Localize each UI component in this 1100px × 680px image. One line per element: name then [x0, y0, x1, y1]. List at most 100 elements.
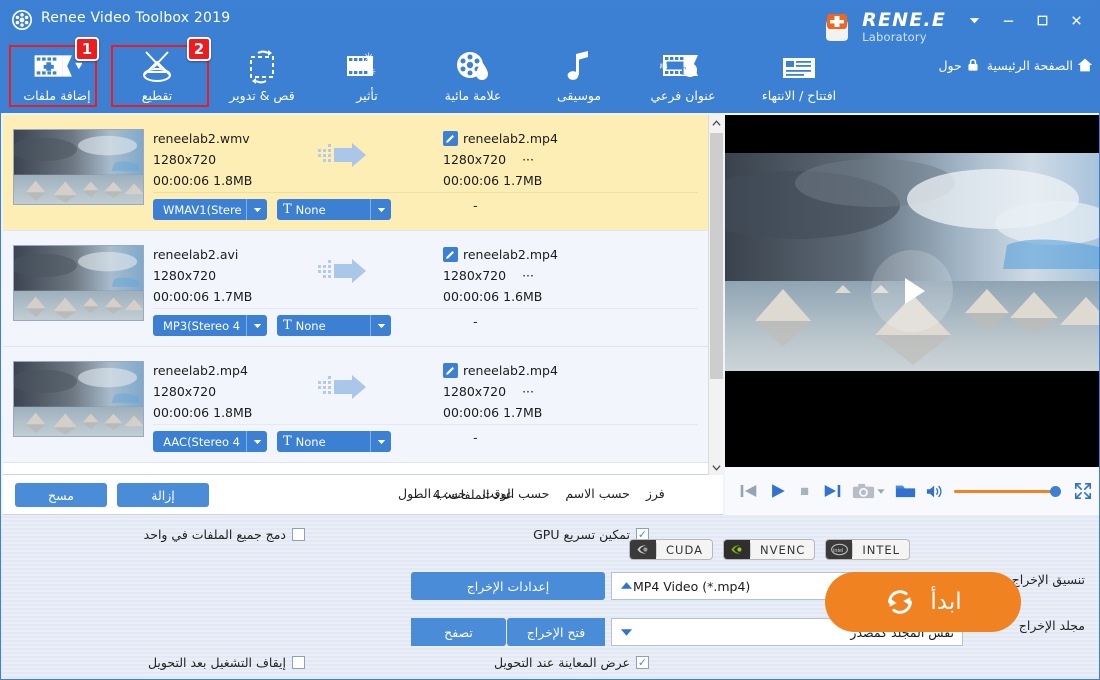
output-filename: reneelab2.mp4 [463, 247, 558, 262]
skip-next-button[interactable] [823, 482, 842, 500]
video-thumbnail [13, 245, 144, 321]
source-resolution: 1280x720 [153, 384, 217, 399]
gpu-chip-intel[interactable]: intel INTEL [825, 539, 911, 560]
refresh-icon [888, 590, 913, 614]
checkbox-box [292, 528, 305, 541]
volume-slider-knob[interactable] [1050, 485, 1061, 497]
snapshot-button[interactable] [852, 482, 885, 500]
tool-subtitle[interactable]: SUB T عنوان فرعي [635, 39, 731, 109]
subtitle-value: None [295, 202, 326, 217]
scrollbar-thumb[interactable] [710, 133, 723, 379]
edit-pencil-icon[interactable] [443, 247, 458, 262]
output-ellipsis[interactable]: ··· [522, 152, 534, 167]
tool-label: موسيقى [556, 88, 602, 103]
stop-button[interactable] [797, 483, 813, 499]
minimize-button[interactable] [991, 7, 1025, 33]
gpu-chip-nvenc[interactable]: NVENC [722, 539, 816, 560]
svg-text:✳: ✳ [363, 50, 374, 65]
source-filename: reneelab2.mp4 [153, 363, 248, 378]
video-preview[interactable] [725, 115, 1099, 467]
tool-music[interactable]: موسيقى [531, 39, 627, 109]
sort-by-length[interactable]: حسب الطول [398, 486, 466, 501]
output-resolution: 1280x720 [443, 268, 507, 283]
table-row[interactable]: reneelab2.mp4 1280x720 00:00:06 1.8MB re… [3, 347, 711, 463]
maximize-button[interactable] [1025, 7, 1059, 33]
edit-pencil-icon[interactable] [443, 363, 458, 378]
fullscreen-icon [1074, 482, 1092, 500]
file-list-scrollbar[interactable] [708, 115, 724, 475]
open-folder-button[interactable] [895, 482, 916, 500]
start-button[interactable]: ابدأ [825, 572, 1021, 632]
skip-previous-button[interactable] [739, 482, 758, 500]
nvidia-icon [630, 540, 656, 559]
sort-by-name[interactable]: حسب الاسم [565, 486, 630, 501]
subtitle-value: None [295, 434, 326, 449]
play-icon [772, 484, 785, 498]
open-output-button[interactable]: فتح الإخراج [507, 618, 605, 646]
play-overlay-button[interactable] [871, 250, 953, 332]
subtitle-t-icon: T [283, 202, 292, 217]
merge-files-checkbox[interactable]: دمج جميع الملفات في واحد [144, 527, 305, 542]
home-link[interactable]: الصفحة الرئيسية [987, 57, 1093, 73]
audio-track-select[interactable]: WMAV1(Stere [153, 199, 267, 220]
file-list-footer: مسح إزالة عدد الملفات: 4 فرز حسب الاسم ح… [3, 475, 723, 515]
lock-icon [968, 59, 978, 71]
tool-effect[interactable]: ✳ ✳ تأثير [319, 39, 415, 109]
close-button[interactable] [1059, 7, 1093, 33]
file-list[interactable]: reneelab2.wmv 1280x720 00:00:06 1.8MB re… [3, 115, 711, 475]
chevron-down-icon[interactable] [246, 199, 267, 220]
scroll-down-icon[interactable] [709, 459, 724, 475]
subtitle-select[interactable]: T None [277, 315, 391, 336]
tool-intro-outro[interactable]: افتتاح / الانتهاء [739, 39, 859, 109]
browse-button[interactable]: تصفح [411, 618, 506, 646]
output-info: reneelab2.mp4 1280x720 ··· 00:00:06 1.7M… [443, 128, 643, 191]
play-button[interactable] [768, 482, 787, 500]
chevron-down-icon[interactable] [370, 199, 391, 220]
fullscreen-button[interactable] [1074, 482, 1092, 500]
tool-label: قص & تدوير [229, 88, 295, 103]
volume-button[interactable] [926, 484, 944, 499]
show-preview-checkbox[interactable]: ✓ عرض المعاينة عند التحويل [494, 655, 649, 670]
crop-rotate-icon [242, 46, 282, 86]
intro-outro-icon [781, 46, 817, 86]
audio-track-select[interactable]: AAC(Stereo 4 [153, 431, 267, 452]
chevron-down-icon[interactable] [246, 431, 267, 452]
about-link[interactable]: حول [938, 58, 979, 73]
chevron-down-icon [877, 489, 885, 494]
sort-by-time[interactable]: حسب الوقت [482, 486, 549, 501]
output-settings-button[interactable]: إعدادات الإخراج [411, 572, 605, 600]
player-controls [725, 467, 1099, 515]
edit-pencil-icon[interactable] [443, 131, 458, 146]
toolbar: إضافة ملفات تقطيع قص & تدوير ✳ ✳ تأثير ع… [1, 37, 1099, 113]
gpu-chip-cuda[interactable]: CUDA [629, 539, 713, 560]
shutdown-after-checkbox[interactable]: إيقاف التشغيل بعد التحويل [148, 655, 305, 670]
output-ellipsis[interactable]: ··· [522, 268, 534, 283]
output-meta: 00:00:06 1.6MB [443, 289, 543, 304]
gpu-chip-label: INTEL [852, 542, 909, 557]
extra-field: - [473, 199, 478, 214]
play-icon [905, 278, 925, 304]
menu-caret-icon[interactable] [957, 7, 991, 33]
chevron-down-icon[interactable] [370, 315, 391, 336]
table-row[interactable]: reneelab2.wmv 1280x720 00:00:06 1.8MB re… [3, 115, 711, 231]
tool-crop-rotate[interactable]: قص & تدوير [214, 39, 310, 109]
scroll-up-icon[interactable] [709, 115, 724, 131]
tool-watermark[interactable]: علامة مائية [425, 39, 521, 109]
output-info: reneelab2.mp4 1280x720 ··· 00:00:06 1.6M… [443, 244, 643, 307]
output-info: reneelab2.mp4 1280x720 ··· 00:00:06 1.7M… [443, 360, 643, 423]
chevron-down-icon[interactable] [246, 315, 267, 336]
subtitle-select[interactable]: T None [277, 199, 391, 220]
volume-slider[interactable] [954, 485, 1061, 497]
table-row[interactable]: reneelab2.avi 1280x720 00:00:06 1.7MB re… [3, 231, 711, 347]
output-ellipsis[interactable]: ··· [522, 384, 534, 399]
subtitle-t-icon: T [283, 318, 292, 333]
subtitle-select[interactable]: T None [277, 431, 391, 452]
title-bar: Renee Video Toolbox 2019 RENE.E Laborato… [1, 1, 1099, 42]
source-info: reneelab2.wmv 1280x720 00:00:06 1.8MB [153, 128, 333, 191]
tool-label: تأثير [356, 88, 378, 103]
audio-track-select[interactable]: MP3(Stereo 4 [153, 315, 267, 336]
output-meta: 00:00:06 1.7MB [443, 405, 543, 420]
chevron-down-icon[interactable] [370, 431, 391, 452]
remove-button[interactable]: إزالة [117, 483, 209, 507]
clear-button[interactable]: مسح [15, 483, 107, 507]
